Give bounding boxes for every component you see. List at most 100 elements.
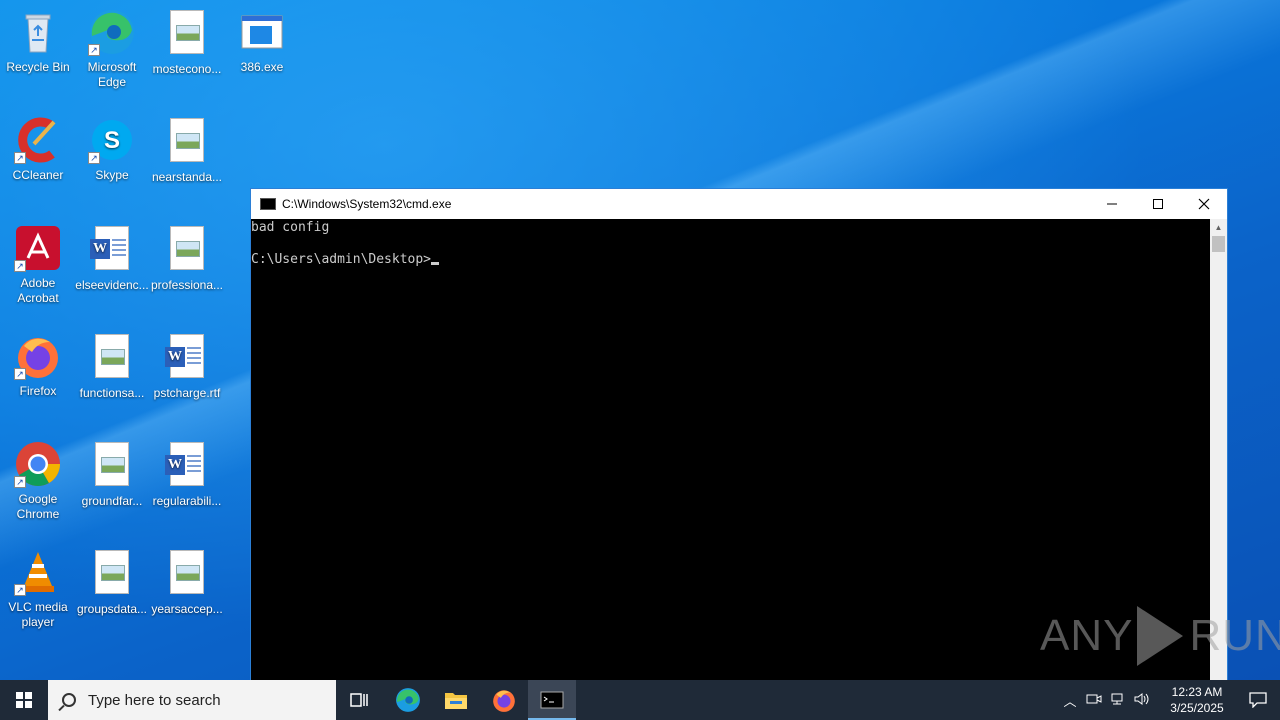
close-button[interactable] [1181,189,1227,219]
console-prompt-line: C:\Users\admin\Desktop> [251,252,1210,268]
vlc-icon: ↗ [14,548,62,596]
desktop-icon-mosteconо[interactable]: mosteconо... [149,8,225,77]
minimize-button[interactable] [1089,189,1135,219]
taskbar-file-explorer-button[interactable] [432,680,480,720]
start-button[interactable] [0,680,48,720]
desktop-icon-regularabili[interactable]: W regularabili... [149,440,225,509]
desktop-icon-functionsa[interactable]: functionsa... [74,332,150,401]
desktop-icon-elseevidence[interactable]: W elseevidenc... [74,224,150,293]
image-file-icon [95,550,129,594]
svg-text:S: S [104,127,120,154]
desktop-icon-vlc[interactable]: ↗ VLC media player [0,548,76,630]
edge-icon [396,688,420,712]
desktop-icon-google-chrome[interactable]: ↗ Google Chrome [0,440,76,522]
console-line: bad config [251,220,330,235]
console-prompt: C:\Users\admin\Desktop> [251,252,432,267]
task-view-icon [350,693,368,707]
clock-time: 12:23 AM [1171,685,1223,699]
window-titlebar[interactable]: C:\Windows\System32\cmd.exe [251,189,1227,219]
acrobat-icon: ↗ [14,224,62,272]
desktop-icon-groundfar[interactable]: groundfar... [74,440,150,509]
desktop-icon-label: groundfar... [81,494,143,508]
desktop-icon-label: mosteconо... [152,62,222,76]
desktop-icon-yearsaccep[interactable]: yearsaccep... [149,548,225,617]
play-icon [1137,606,1184,666]
desktop-icon-label: 386.exe [240,60,284,74]
word-document-icon: W [165,442,204,486]
anyrun-watermark: ANY RUN [1040,606,1280,666]
maximize-button[interactable] [1135,189,1181,219]
desktop-icon-label: regularabili... [152,494,222,508]
taskbar-firefox-button[interactable] [480,680,528,720]
desktop-icon-label: elseevidenc... [75,278,149,292]
watermark-text-right: RUN [1189,611,1280,660]
desktop-icon-label: Microsoft Edge [87,60,137,89]
image-file-icon [170,118,204,162]
desktop-icon-groupsdata[interactable]: groupsdata... [74,548,150,617]
watermark-text-left: ANY [1040,611,1134,660]
firefox-icon [493,690,515,712]
meet-now-icon[interactable] [1082,692,1106,709]
desktop-icon-adobe-acrobat[interactable]: ↗ Adobe Acrobat [0,224,76,306]
desktop-icon-recycle-bin[interactable]: Recycle Bin [0,8,76,75]
cmd-icon [540,691,564,709]
taskbar-cmd-button[interactable] [528,680,576,720]
task-view-button[interactable] [336,680,384,720]
taskbar: Type here to search ︿ 12:23 AM 3/25/2025 [0,680,1280,720]
desktop-icon-firefox[interactable]: ↗ Firefox [0,332,76,399]
shortcut-arrow-icon: ↗ [14,152,26,164]
image-file-icon [95,334,129,378]
desktop-icon-nearstanda[interactable]: nearstanda... [149,116,225,185]
skype-icon: S ↗ [88,116,136,164]
desktop-icon-label: VLC media player [8,600,68,629]
desktop-icon-label: professiona... [150,278,224,292]
system-tray: ︿ 12:23 AM 3/25/2025 [1058,680,1280,720]
windows-logo-icon [16,692,32,708]
image-file-icon [170,10,204,54]
firefox-icon: ↗ [14,332,62,380]
chevron-up-icon[interactable]: ︿ [1058,691,1082,710]
desktop-icon-label: nearstanda... [151,170,223,184]
shortcut-arrow-icon: ↗ [14,260,26,272]
desktop-icon-label: Google Chrome [16,492,60,521]
executable-icon [238,8,286,56]
desktop-icon-microsoft-edge[interactable]: ↗ Microsoft Edge [74,8,150,90]
shortcut-arrow-icon: ↗ [14,584,26,596]
desktop-icon-label: pstcharge.rtf [153,386,221,400]
text-cursor [431,262,440,265]
word-document-icon: W [165,334,204,378]
taskbar-search-box[interactable]: Type here to search [48,680,336,720]
taskbar-edge-button[interactable] [384,680,432,720]
search-icon [62,693,76,707]
desktop-icon-label: yearsaccep... [151,602,223,616]
desktop-icon-ccleaner[interactable]: ↗ CCleaner [0,116,76,183]
minimize-icon [1107,203,1117,205]
desktop-icon-skype[interactable]: S ↗ Skype [74,116,150,183]
desktop-icon-label: groupsdata... [76,602,148,616]
taskbar-clock[interactable]: 12:23 AM 3/25/2025 [1158,684,1236,716]
search-placeholder: Type here to search [88,691,221,709]
volume-icon[interactable] [1130,692,1154,709]
network-icon[interactable] [1106,692,1130,709]
folder-icon [445,693,467,709]
desktop-icon-386-exe[interactable]: 386.exe [224,8,300,75]
desktop-icon-label: Firefox [19,384,57,398]
edge-icon: ↗ [88,8,136,56]
ccleaner-icon: ↗ [14,116,62,164]
cmd-app-icon [260,198,276,210]
shortcut-arrow-icon: ↗ [88,44,100,56]
shortcut-arrow-icon: ↗ [88,152,100,164]
image-file-icon [95,442,129,486]
desktop-icon-label: Skype [95,168,129,182]
scroll-up-icon[interactable]: ▲ [1210,219,1227,236]
scrollbar-thumb[interactable] [1212,236,1225,252]
desktop-icon-label: functionsa... [79,386,145,400]
shortcut-arrow-icon: ↗ [14,368,26,380]
chrome-icon: ↗ [14,440,62,488]
desktop-icon-pstcharge[interactable]: W pstcharge.rtf [149,332,225,401]
desktop-icon-professiona[interactable]: professiona... [149,224,225,293]
image-file-icon [170,226,204,270]
notification-center-button[interactable] [1236,680,1280,720]
desktop-icon-label: Adobe Acrobat [17,276,59,305]
